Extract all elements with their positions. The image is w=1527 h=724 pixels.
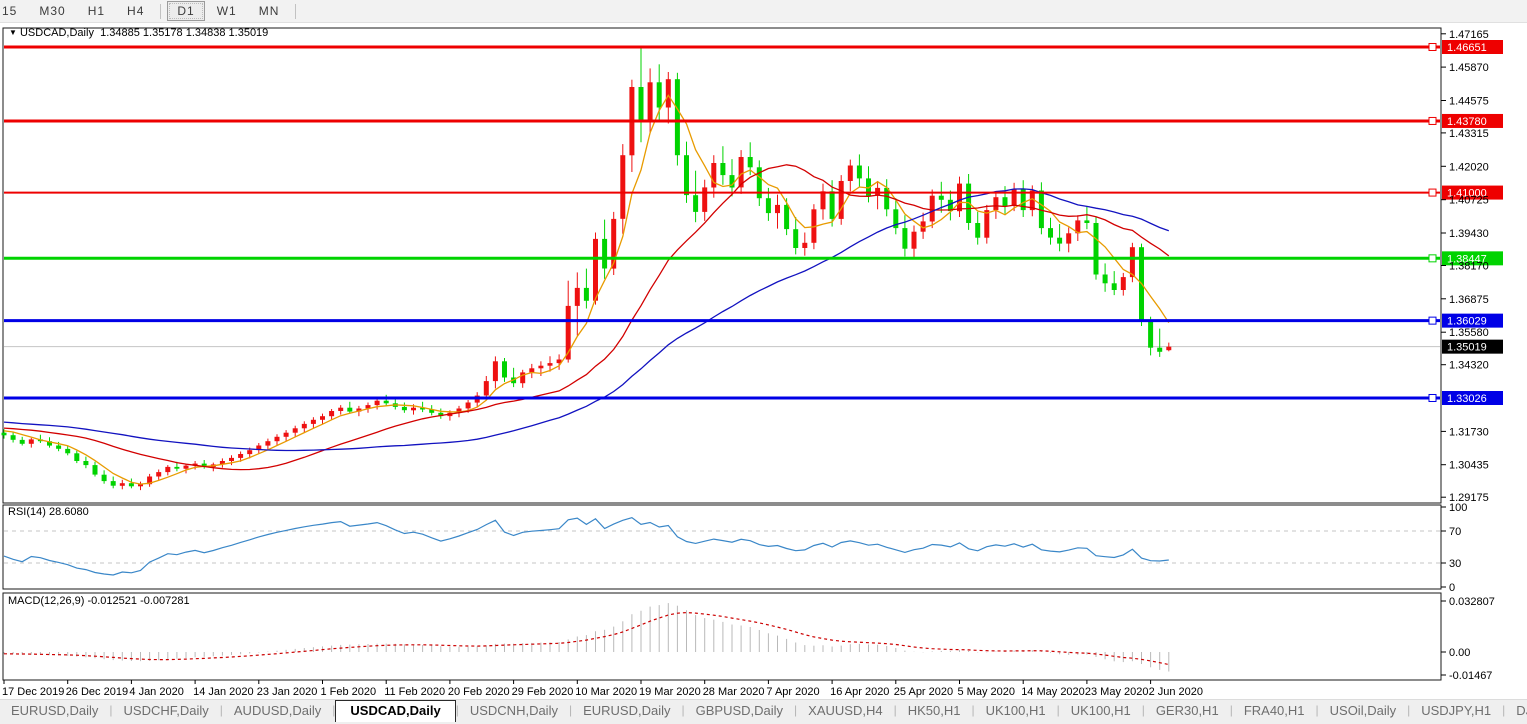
svg-text:10 Mar 2020: 10 Mar 2020 <box>575 686 637 698</box>
svg-text:0.032807: 0.032807 <box>1449 596 1495 608</box>
timeframe-toolbar: 15M30H1H4 D1W1MN <box>0 0 1527 23</box>
chart-tab-fra40-h1[interactable]: FRA40,H1 <box>1233 701 1316 720</box>
svg-text:1.34320: 1.34320 <box>1449 360 1489 372</box>
svg-text:1 Feb 2020: 1 Feb 2020 <box>321 686 377 698</box>
chart-tab-uk100-h1[interactable]: UK100,H1 <box>1060 701 1142 720</box>
svg-text:29 Feb 2020: 29 Feb 2020 <box>512 686 574 698</box>
chart-menu-icon[interactable]: ▼ <box>9 28 17 37</box>
svg-text:14 Jan 2020: 14 Jan 2020 <box>193 686 254 698</box>
current-price-label: 1.35019 <box>1447 342 1487 354</box>
svg-text:11 Feb 2020: 11 Feb 2020 <box>384 686 445 698</box>
svg-text:1.31730: 1.31730 <box>1449 426 1489 438</box>
svg-text:0.00: 0.00 <box>1449 647 1470 659</box>
macd-panel <box>3 593 1441 680</box>
timeframe-button-h4[interactable]: H4 <box>117 1 154 21</box>
svg-text:1.45870: 1.45870 <box>1449 62 1489 74</box>
chart-tab-dj30-h1[interactable]: DJ30,H1 <box>1505 701 1527 720</box>
svg-text:1.39430: 1.39430 <box>1449 228 1489 240</box>
chart-tab-uk100-h1[interactable]: UK100,H1 <box>975 701 1057 720</box>
svg-text:26 Dec 2019: 26 Dec 2019 <box>66 686 128 698</box>
svg-text:28 Mar 2020: 28 Mar 2020 <box>703 686 765 698</box>
chart-title: ▼ USDCAD,Daily 1.34885 1.35178 1.34838 1… <box>9 27 268 39</box>
timeframe-button-mn[interactable]: MN <box>249 1 290 21</box>
svg-text:7 Apr 2020: 7 Apr 2020 <box>766 686 819 698</box>
svg-text:20 Feb 2020: 20 Feb 2020 <box>448 686 510 698</box>
chart-tab-gbpusd-daily[interactable]: GBPUSD,Daily <box>685 701 794 720</box>
svg-text:1.47165: 1.47165 <box>1449 29 1489 41</box>
toolbar-separator <box>295 4 296 19</box>
chart-tab-usdcad-daily[interactable]: USDCAD,Daily <box>335 700 455 722</box>
chart-ohlc-values: 1.34885 1.35178 1.34838 1.35019 <box>100 27 268 39</box>
svg-text:5 May 2020: 5 May 2020 <box>958 686 1015 698</box>
chart-symbol-label: USDCAD,Daily <box>20 27 94 39</box>
svg-text:1.43780: 1.43780 <box>1447 116 1487 128</box>
rsi-panel <box>3 505 1441 589</box>
timeframe-button-d1[interactable]: D1 <box>167 1 204 21</box>
svg-text:23 Jan 2020: 23 Jan 2020 <box>257 686 318 698</box>
svg-text:1.35580: 1.35580 <box>1449 327 1489 339</box>
svg-text:4 Jan 2020: 4 Jan 2020 <box>129 686 183 698</box>
svg-text:70: 70 <box>1449 526 1461 538</box>
timeframe-button-h1[interactable]: H1 <box>78 1 115 21</box>
chart-tab-xauusd-h4[interactable]: XAUUSD,H4 <box>797 701 893 720</box>
svg-text:17 Dec 2019: 17 Dec 2019 <box>2 686 64 698</box>
svg-text:1.42020: 1.42020 <box>1449 161 1489 173</box>
svg-text:14 May 2020: 14 May 2020 <box>1021 686 1085 698</box>
svg-text:30: 30 <box>1449 558 1461 570</box>
symbol-tab-bar: EURUSD,Daily|USDCHF,Daily|AUDUSD,Daily|U… <box>0 699 1527 724</box>
svg-text:1.44575: 1.44575 <box>1449 96 1489 108</box>
macd-axis: 0.032807 0.00 -0.01467 <box>1441 596 1495 682</box>
timeframe-button-w1[interactable]: W1 <box>207 1 247 21</box>
mt4-window: { "toolbar": { "timeframes": ["15","M30"… <box>0 0 1527 724</box>
chart-tab-usdjpy-h1[interactable]: USDJPY,H1 <box>1410 701 1502 720</box>
svg-text:1.36029: 1.36029 <box>1447 316 1487 328</box>
svg-text:1.40725: 1.40725 <box>1449 195 1489 207</box>
svg-text:23 May 2020: 23 May 2020 <box>1085 686 1149 698</box>
svg-text:-0.01467: -0.01467 <box>1449 670 1492 682</box>
svg-text:1.36875: 1.36875 <box>1449 294 1489 306</box>
chart-tab-eurusd-daily[interactable]: EURUSD,Daily <box>0 701 109 720</box>
chart-tab-hk50-h1[interactable]: HK50,H1 <box>897 701 972 720</box>
timeframe-button-15[interactable]: 15 <box>0 1 27 21</box>
chart-tab-audusd-daily[interactable]: AUDUSD,Daily <box>223 701 332 720</box>
date-axis[interactable]: 17 Dec 201926 Dec 20194 Jan 2020 14 Jan 2… <box>2 680 1203 698</box>
main-chart-panel <box>3 28 1441 503</box>
price-chart[interactable]: 1.466511.437801.410001.384471.360291.330… <box>0 0 1527 724</box>
macd-indicator-label: MACD(12,26,9) -0.012521 -0.007281 <box>8 595 190 607</box>
svg-text:16 Apr 2020: 16 Apr 2020 <box>830 686 889 698</box>
rsi-axis: 100 70 30 0 <box>1441 502 1467 594</box>
svg-text:1.46651: 1.46651 <box>1447 42 1487 54</box>
svg-text:1.43315: 1.43315 <box>1449 128 1489 140</box>
toolbar-separator <box>160 4 161 19</box>
timeframe-button-m30[interactable]: M30 <box>29 1 75 21</box>
svg-text:19 Mar 2020: 19 Mar 2020 <box>639 686 701 698</box>
chart-tab-usoil-daily[interactable]: USOil,Daily <box>1319 701 1407 720</box>
chart-tab-usdcnh-daily[interactable]: USDCNH,Daily <box>459 701 569 720</box>
svg-text:1.38170: 1.38170 <box>1449 261 1489 273</box>
svg-text:0: 0 <box>1449 582 1455 594</box>
price-axis[interactable]: 1.47165 1.45870 1.44575 1.43315 1.42020 1.407… <box>1441 29 1489 504</box>
svg-text:2 Jun 2020: 2 Jun 2020 <box>1149 686 1203 698</box>
chart-tab-ger30-h1[interactable]: GER30,H1 <box>1145 701 1230 720</box>
svg-text:1.33026: 1.33026 <box>1447 393 1487 405</box>
svg-text:1.30435: 1.30435 <box>1449 460 1489 472</box>
chart-tab-eurusd-daily[interactable]: EURUSD,Daily <box>572 701 681 720</box>
svg-text:25 Apr 2020: 25 Apr 2020 <box>894 686 953 698</box>
chart-tab-usdchf-daily[interactable]: USDCHF,Daily <box>113 701 220 720</box>
rsi-indicator-label: RSI(14) 28.6080 <box>8 506 89 518</box>
svg-text:100: 100 <box>1449 502 1467 514</box>
